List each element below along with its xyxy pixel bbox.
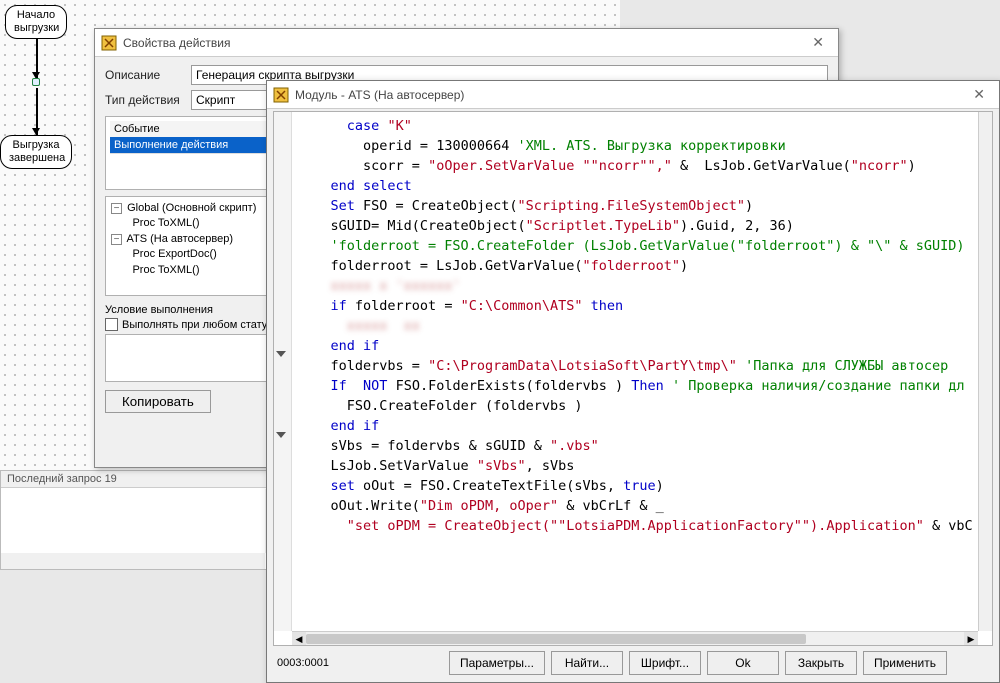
titlebar[interactable]: Модуль - ATS (На автосервер) ✕ xyxy=(267,81,999,109)
collapse-icon[interactable]: − xyxy=(111,234,122,245)
node-line2: выгрузки xyxy=(14,22,59,34)
module-code-dialog: Модуль - ATS (На автосервер) ✕ case "K" … xyxy=(266,80,1000,683)
flow-node-start[interactable]: Начало выгрузки xyxy=(5,5,67,39)
find-button[interactable]: Найти... xyxy=(551,651,623,675)
bottom-panel: Последний запрос 19 xyxy=(0,470,280,570)
statusbar: 0003:0001 Параметры... Найти... Шрифт...… xyxy=(273,650,993,676)
checkbox-label: Выполнять при любом статусе xyxy=(122,319,279,331)
tree-node-ats[interactable]: ATS (На автосервер) xyxy=(127,233,234,245)
tree-node-proc[interactable]: Proc ExportDoc() xyxy=(132,248,216,260)
bottom-panel-header: Последний запрос 19 xyxy=(1,471,279,488)
code-text[interactable]: case "K" operid = 130000664 'XML. ATS. В… xyxy=(292,112,978,631)
close-button[interactable]: ✕ xyxy=(965,84,993,105)
node-mid-icon[interactable] xyxy=(32,78,40,86)
font-button[interactable]: Шрифт... xyxy=(629,651,701,675)
scrollbar-horizontal[interactable] xyxy=(1,553,265,569)
scroll-right-icon[interactable]: ▶ xyxy=(964,632,978,646)
fold-marker-icon[interactable] xyxy=(276,432,286,438)
node-line1: Начало xyxy=(17,9,55,21)
copy-button[interactable]: Копировать xyxy=(105,390,211,413)
params-button[interactable]: Параметры... xyxy=(449,651,545,675)
dialog-title: Модуль - ATS (На автосервер) xyxy=(295,88,965,102)
node-line2: завершена xyxy=(9,152,65,164)
fold-marker-icon[interactable] xyxy=(276,351,286,357)
scrollbar-vertical[interactable] xyxy=(978,112,992,631)
tree-node-proc[interactable]: Proc ToXML() xyxy=(132,217,199,229)
flow-node-end[interactable]: Выгрузка завершена xyxy=(0,135,72,169)
scrollbar-horizontal[interactable]: ◀ ▶ xyxy=(292,631,978,645)
app-icon xyxy=(273,87,289,103)
node-line1: Выгрузка xyxy=(13,139,60,151)
arrow-icon xyxy=(32,128,40,135)
close-button[interactable]: ✕ xyxy=(804,32,832,53)
ok-button[interactable]: Ok xyxy=(707,651,779,675)
apply-button[interactable]: Применить xyxy=(863,651,947,675)
scroll-left-icon[interactable]: ◀ xyxy=(292,632,306,646)
scrollbar-thumb[interactable] xyxy=(306,634,806,644)
dialog-title: Свойства действия xyxy=(123,36,804,50)
gutter xyxy=(274,112,292,631)
tree-node-proc[interactable]: Proc ToXML() xyxy=(132,264,199,276)
label-action-type: Тип действия xyxy=(105,93,191,107)
app-icon xyxy=(101,35,117,51)
code-editor[interactable]: case "K" operid = 130000664 'XML. ATS. В… xyxy=(273,111,993,646)
cursor-position: 0003:0001 xyxy=(273,657,443,669)
checkbox-any-status[interactable] xyxy=(105,318,118,331)
tree-node-global[interactable]: Global (Основной скрипт) xyxy=(127,202,256,214)
label-description: Описание xyxy=(105,68,191,82)
collapse-icon[interactable]: − xyxy=(111,203,122,214)
titlebar[interactable]: Свойства действия ✕ xyxy=(95,29,838,57)
close-button[interactable]: Закрыть xyxy=(785,651,857,675)
